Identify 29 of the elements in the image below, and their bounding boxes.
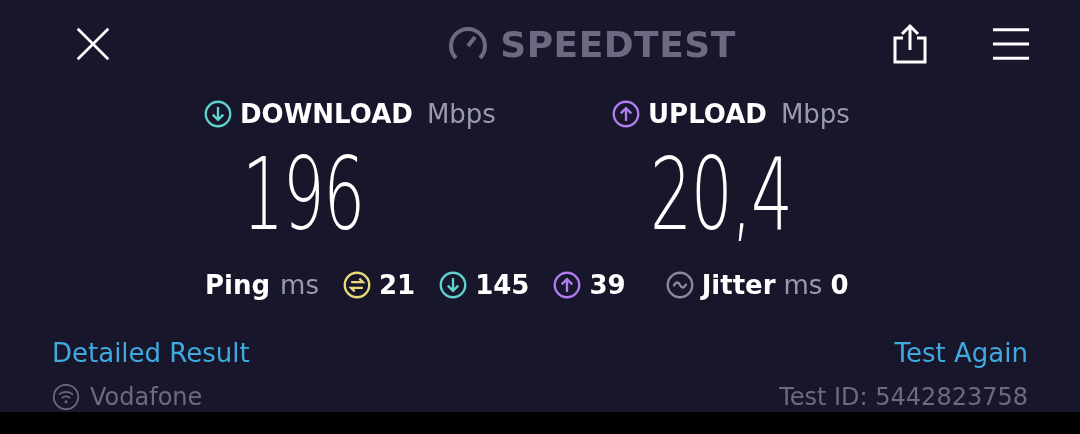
unit-label: ms [783,270,823,300]
link[interactable]: Test Again [894,338,1028,368]
download-icon [439,271,468,299]
unit-label: ms [280,270,319,300]
speed-value: 20,4 [650,145,792,245]
upload-icon [612,100,640,128]
ping-icon [342,271,371,299]
provider-name: Vodafone [90,383,203,411]
ping-value: 145 [475,270,530,300]
result-label: UPLOAD [648,99,767,129]
upload-icon [553,271,582,299]
app-title: SPEEDTEST [500,23,736,65]
ping-label: Ping [205,270,271,300]
ping-value: 39 [589,270,626,300]
share-icon[interactable] [892,23,928,65]
jitter-icon [665,271,694,299]
jitter-value: 0 [830,270,849,300]
jitter-label: Jitter [701,270,776,300]
menu-icon[interactable] [992,26,1030,62]
ping-value: 21 [378,270,416,300]
download-icon [204,100,232,128]
unit-label: Mbps [426,99,496,129]
test-id: Test ID: 5442823758 [779,383,1028,411]
wifi-icon [52,383,80,411]
unit-label: Mbps [780,99,850,129]
link[interactable]: Detailed Result [52,338,250,368]
speed-value: 196 [242,145,364,245]
close-icon[interactable] [74,26,112,62]
result-label: DOWNLOAD [240,99,413,129]
